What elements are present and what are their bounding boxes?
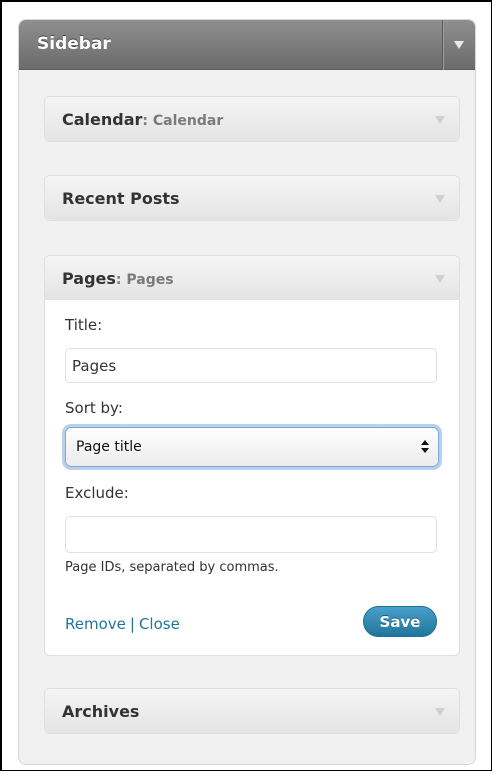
remove-link[interactable]: Remove (65, 615, 126, 633)
sort-by-select[interactable]: Page title (65, 427, 439, 467)
sort-by-label: Sort by: (65, 399, 123, 417)
widget-title: Calendar: Calendar (62, 110, 224, 129)
sidebar-toggle[interactable] (442, 20, 475, 70)
triangle-down-icon[interactable] (435, 275, 445, 283)
up-down-arrows-icon (421, 438, 429, 456)
widget-recent-posts: Recent Posts (44, 175, 460, 221)
widget-pages-header[interactable]: Pages: Pages (45, 256, 459, 300)
exclude-hint: Page IDs, separated by commas. (65, 560, 279, 575)
widget-title: Archives (62, 702, 140, 721)
sidebar-header[interactable]: Sidebar (19, 20, 475, 70)
widget-calendar: Calendar: Calendar (44, 96, 460, 142)
close-link[interactable]: Close (139, 615, 180, 633)
widget-pages: Pages: Pages Title: Sort by: Page title … (44, 255, 460, 656)
sort-by-selected-value: Page title (76, 439, 142, 455)
triangle-down-icon[interactable] (435, 708, 445, 716)
sidebar-panel: Sidebar Calendar: Calendar Recent Posts … (18, 19, 476, 765)
exclude-input[interactable] (65, 516, 437, 553)
exclude-label: Exclude: (65, 484, 129, 502)
widget-recent-posts-header[interactable]: Recent Posts (45, 176, 459, 220)
widget-title: Recent Posts (62, 189, 180, 208)
triangle-down-icon (454, 41, 464, 49)
triangle-down-icon[interactable] (435, 195, 445, 203)
widget-calendar-header[interactable]: Calendar: Calendar (45, 97, 459, 141)
widget-control-links: Remove | Close (65, 615, 180, 633)
widget-pages-form: Title: Sort by: Page title Exclude: Page… (45, 300, 459, 655)
title-label: Title: (65, 316, 103, 334)
widget-archives: Archives (44, 688, 460, 734)
save-button[interactable]: Save (363, 606, 437, 637)
title-input[interactable] (65, 348, 437, 383)
widget-archives-header[interactable]: Archives (45, 689, 459, 733)
triangle-down-icon[interactable] (435, 116, 445, 124)
link-separator: | (129, 615, 135, 633)
widget-title: Pages: Pages (62, 269, 174, 288)
sidebar-title: Sidebar (37, 34, 111, 54)
